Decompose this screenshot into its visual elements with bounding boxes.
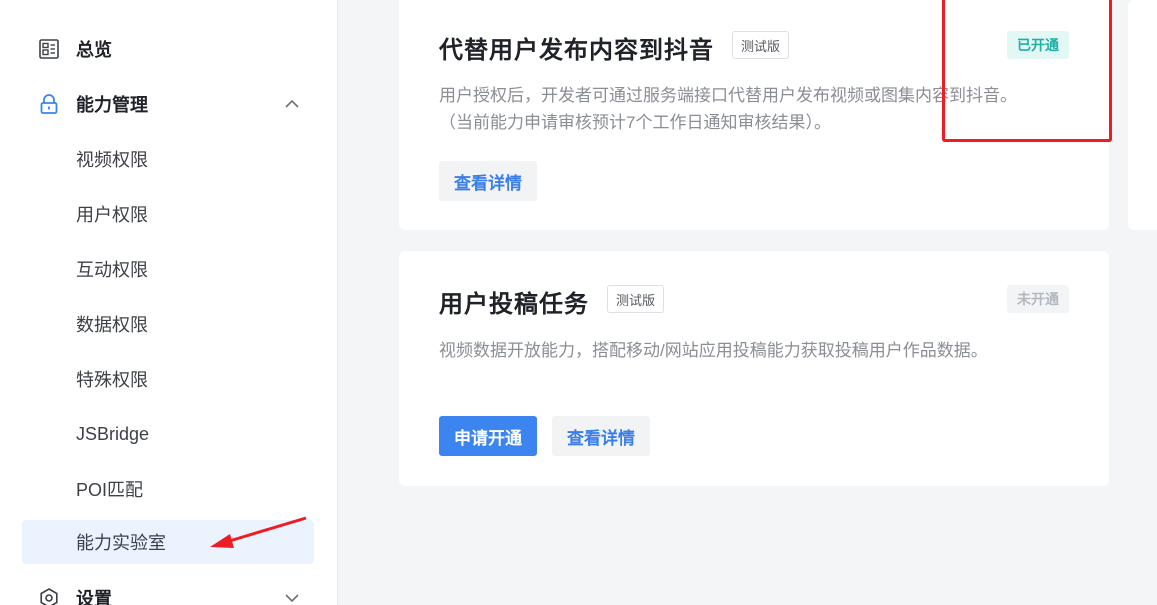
sidebar-item-label: 特殊权限 xyxy=(76,370,148,390)
sidebar-item-label: 设置 xyxy=(76,589,112,605)
sidebar-item-data-permission[interactable]: 数据权限 xyxy=(22,302,314,346)
partial-card xyxy=(1128,0,1157,230)
sidebar-item-label: 用户权限 xyxy=(76,205,148,225)
capability-card: 用户投稿任务 测试版 未开通 视频数据开放能力，搭配移动/网站应用投稿能力获取投… xyxy=(399,251,1109,486)
sidebar-item-label: POI匹配 xyxy=(76,480,144,500)
sidebar-item-label: 互动权限 xyxy=(76,260,148,280)
card-title: 代替用户发布内容到抖音 xyxy=(439,37,714,64)
beta-tag: 测试版 xyxy=(607,285,665,313)
sidebar-item-overview[interactable]: 总览 xyxy=(22,27,314,71)
beta-tag: 测试版 xyxy=(732,31,790,59)
card-description-line: （当前能力申请审核预计7个工作日通知审核结果）。 xyxy=(439,113,831,132)
annotation-arrow xyxy=(210,516,307,548)
apply-button[interactable]: 申请开通 xyxy=(439,416,537,456)
sidebar-item-label: 能力管理 xyxy=(76,95,148,115)
sidebar-item-capability[interactable]: 能力管理 xyxy=(22,82,314,126)
sidebar-item-special-permission[interactable]: 特殊权限 xyxy=(22,357,314,401)
sidebar-item-label: 总览 xyxy=(76,40,112,60)
card-description-line: 视频数据开放能力，搭配移动/网站应用投稿能力获取投稿用户作品数据。 xyxy=(439,341,988,360)
view-details-button[interactable]: 查看详情 xyxy=(552,416,650,456)
card-description-line: 用户授权后，开发者可通过服务端接口代替用户发布视频或图集内容到抖音。 xyxy=(439,86,1017,105)
annotation-highlight-box xyxy=(942,0,1112,142)
sidebar-item-label: 视频权限 xyxy=(76,150,148,170)
sidebar-item-interaction-permission[interactable]: 互动权限 xyxy=(22,247,314,291)
sidebar-item-user-permission[interactable]: 用户权限 xyxy=(22,192,314,236)
sidebar-item-video-permission[interactable]: 视频权限 xyxy=(22,137,314,181)
sidebar-item-settings[interactable]: 设置 xyxy=(22,576,314,605)
dashboard-icon xyxy=(37,37,61,61)
gear-icon xyxy=(37,586,61,605)
chevron-down-icon[interactable] xyxy=(282,588,302,605)
sidebar-item-jsbridge[interactable]: JSBridge xyxy=(22,412,314,456)
sidebar-item-poi-match[interactable]: POI匹配 xyxy=(22,467,314,511)
view-details-button[interactable]: 查看详情 xyxy=(439,161,537,201)
sidebar-item-label: 能力实验室 xyxy=(76,533,166,553)
status-badge: 未开通 xyxy=(1007,285,1069,313)
card-description: 视频数据开放能力，搭配移动/网站应用投稿能力获取投稿用户作品数据。 xyxy=(439,337,1079,364)
chevron-up-icon[interactable] xyxy=(282,94,302,114)
sidebar-item-label: JSBridge xyxy=(76,423,150,444)
card-title: 用户投稿任务 xyxy=(439,291,589,318)
lock-icon xyxy=(37,92,61,116)
sidebar-item-label: 数据权限 xyxy=(76,315,148,335)
